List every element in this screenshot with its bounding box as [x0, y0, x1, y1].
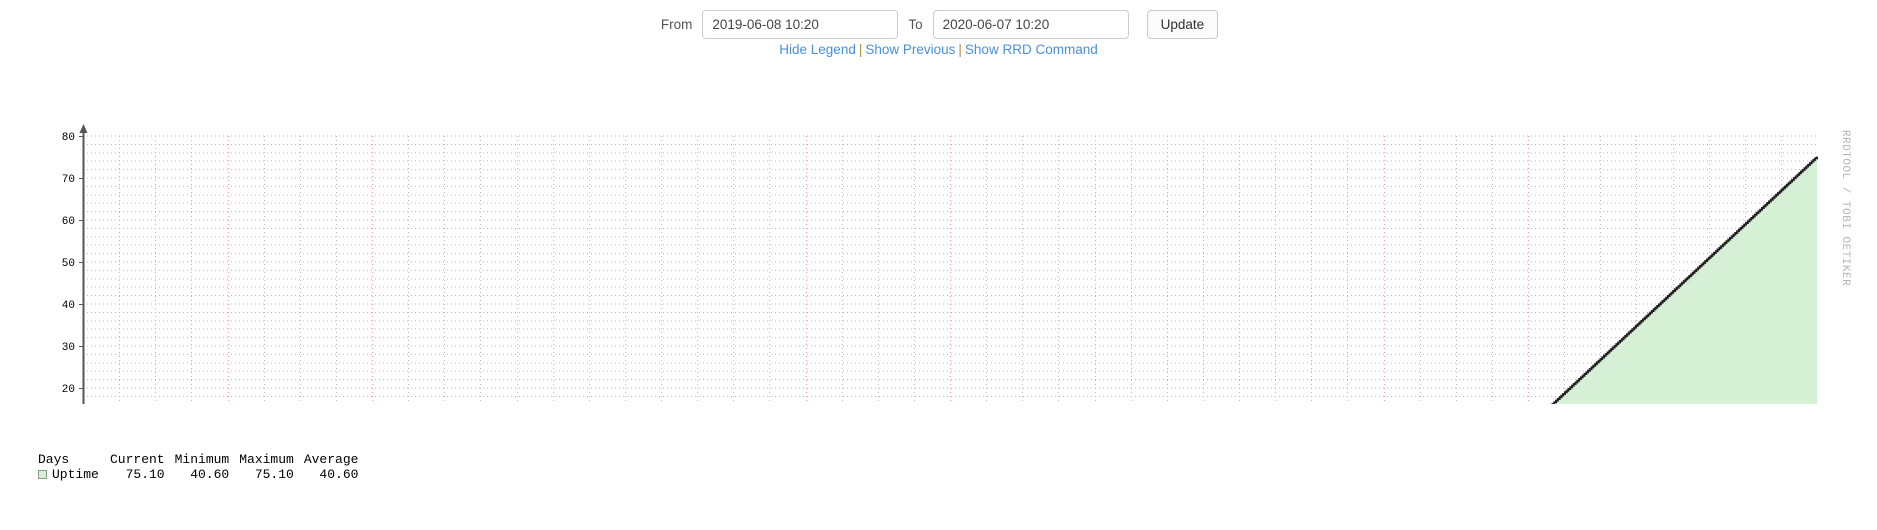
y-tick-label: 70: [62, 174, 75, 186]
y-tick-label: 60: [62, 216, 75, 228]
to-date-input[interactable]: [932, 9, 1129, 39]
show-previous-link[interactable]: Show Previous: [865, 42, 955, 57]
graph-legend: Days Current Minimum Maximum Average Upt…: [38, 424, 358, 496]
legend-header-maximum: Maximum: [239, 452, 294, 467]
to-label: To: [908, 16, 923, 32]
date-range-toolbar: From To Update: [0, 0, 1877, 40]
legend-series-label: Uptime: [52, 467, 99, 482]
y-tick-label: 30: [62, 342, 75, 354]
y-tick-label: 50: [62, 258, 75, 270]
y-tick-label: 20: [62, 384, 75, 396]
hide-legend-link[interactable]: Hide Legend: [779, 42, 856, 57]
legend-current-value: 75.10: [125, 467, 165, 482]
legend-row-uptime: Uptime 75.10 40.60 75.10 40.60: [38, 467, 358, 482]
series-area-uptime: [1552, 156, 1817, 404]
legend-series-name-cell: Uptime: [38, 467, 100, 482]
y-axis-arrow-icon: [79, 124, 88, 133]
update-button[interactable]: Update: [1146, 9, 1219, 39]
rrdtool-watermark: RRDTOOL / TOBI OETIKER: [1839, 130, 1851, 286]
show-rrd-command-link[interactable]: Show RRD Command: [965, 42, 1098, 57]
y-tick-label: 80: [62, 132, 75, 144]
series-color-swatch-icon[interactable]: [38, 470, 47, 479]
legend-average-value: 40.60: [319, 467, 359, 482]
link-separator-1: |: [858, 42, 863, 57]
y-tick-label: 40: [62, 300, 75, 312]
rrd-graph: 01020304050607080June 2019July 2019Augus…: [0, 64, 1877, 404]
legend-header-average: Average: [303, 452, 359, 467]
legend-minimum-value: 40.60: [190, 467, 230, 482]
uptime-area-chart: 01020304050607080June 2019July 2019Augus…: [62, 124, 1851, 404]
legend-maximum-value: 75.10: [254, 467, 294, 482]
link-separator-2: |: [958, 42, 962, 57]
legend-header-minimum: Minimum: [174, 452, 230, 467]
legend-header-days: Days: [38, 452, 70, 467]
legend-header-row: Days Current Minimum Maximum Average: [38, 452, 358, 467]
from-label: From: [660, 16, 693, 32]
legend-header-current: Current: [110, 452, 165, 467]
graph-action-links: Hide Legend | Show Previous | Show RRD Comma…: [0, 40, 1877, 60]
y-axis-ticks: 01020304050607080: [62, 132, 83, 396]
legend-table: Days Current Minimum Maximum Average Upt…: [38, 452, 358, 482]
from-date-input[interactable]: [702, 9, 899, 39]
